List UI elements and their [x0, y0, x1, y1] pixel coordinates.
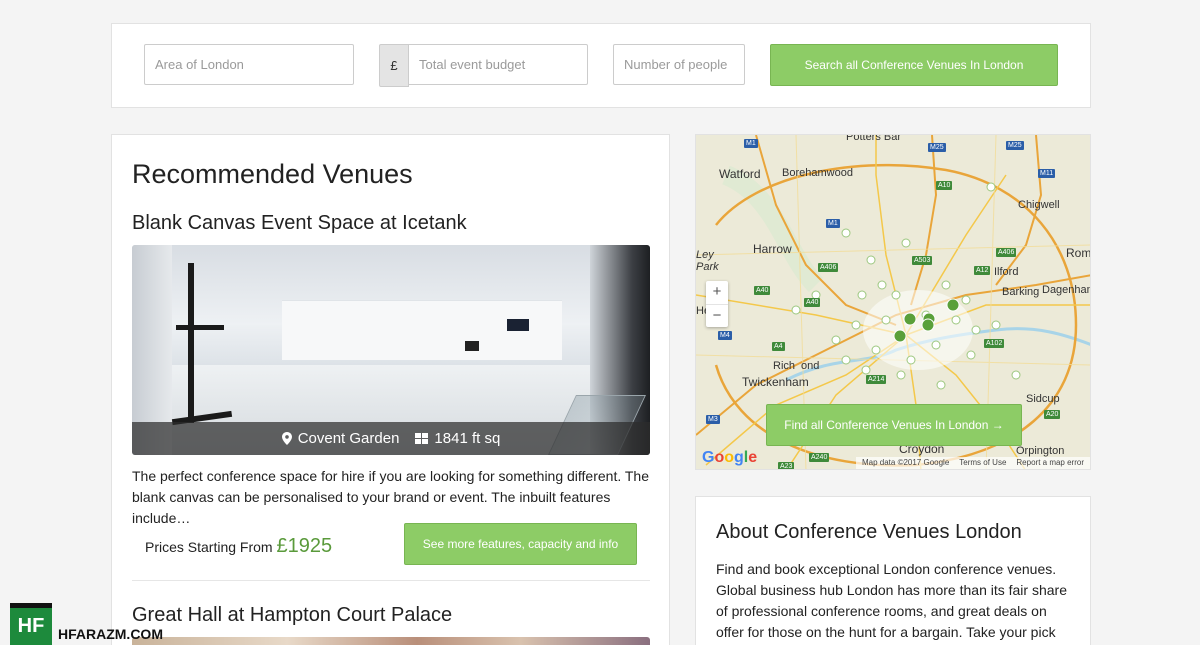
map-label-orpington: Orpington: [1016, 445, 1065, 457]
venue-photo[interactable]: Covent Garden 1841 ft sq: [132, 245, 650, 455]
road-shield-a10: A10: [936, 181, 953, 190]
map-footer: Map data ©2017 Google Terms of Use Repor…: [855, 457, 1090, 469]
map-label-watford: Watford: [719, 167, 761, 181]
watermark-text: HFARAZM.COM: [58, 626, 163, 642]
road-shield-a102: A102: [984, 339, 1005, 348]
photo-fireplace: [465, 341, 479, 351]
size-meta: 1841 ft sq: [415, 430, 500, 447]
zoom-in-button[interactable]: +: [706, 281, 728, 304]
road-shield-a240: A240: [809, 453, 830, 462]
camera-stand: [188, 263, 194, 423]
price-value: £1925: [276, 535, 333, 557]
venue-photo[interactable]: [132, 637, 650, 645]
venue-size: 1841 ft sq: [434, 430, 501, 447]
search-button[interactable]: Search all Conference Venues In London: [770, 44, 1058, 86]
map-label-ley: Ley: [696, 249, 714, 261]
recommended-venues-card: Recommended Venues Blank Canvas Event Sp…: [111, 134, 670, 645]
map-label-sidcup: Sidcup: [1026, 393, 1060, 405]
map-label-richmond: Rich: [773, 360, 796, 372]
road-shield-a406: A406: [996, 248, 1017, 257]
map-label-ilford: Ilford: [994, 266, 1019, 278]
terms-link[interactable]: Terms of Use: [959, 458, 1006, 468]
map-label-rom: Rom: [1066, 246, 1091, 260]
road-shield-m4: M4: [718, 331, 732, 340]
road-shield-m25: M25: [1006, 141, 1024, 150]
divider: [132, 580, 650, 581]
road-shield-a12: A12: [974, 266, 991, 275]
photo-screen: [507, 319, 529, 331]
map-label-chigwell: Chigwell: [1018, 199, 1060, 211]
venue-description: The perfect conference space for hire if…: [132, 468, 649, 526]
road-shield-m11: M11: [1038, 169, 1056, 178]
zoom-out-button[interactable]: −: [706, 304, 728, 327]
search-panel: £ Search all Conference Venues In London: [111, 23, 1091, 108]
map-label-richmond-suffix: ond: [801, 360, 820, 372]
road-shield-m1: M1: [744, 139, 758, 148]
recommended-title: Recommended Venues: [132, 159, 413, 189]
price-label: Prices Starting From: [145, 539, 273, 555]
road-shield-m3: M3: [706, 415, 720, 424]
map-label-harrow: Harrow: [753, 242, 792, 256]
road-shield-m1: M1: [826, 219, 840, 228]
area-input[interactable]: [144, 44, 354, 85]
map-label-twickenham: Twickenham: [742, 375, 809, 389]
venue-name[interactable]: Blank Canvas Event Space at Icetank: [132, 212, 467, 235]
find-all-venues-button[interactable]: Find all Conference Venues In London →: [766, 404, 1022, 446]
map-data-credit: Map data ©2017 Google: [861, 458, 950, 467]
about-text: Find and book exceptional London confere…: [716, 561, 1067, 640]
people-input[interactable]: [613, 44, 745, 85]
road-shield-a406: A406: [818, 263, 839, 272]
road-shield-a503: A503: [912, 256, 933, 265]
road-shield-a40: A40: [754, 286, 771, 295]
about-card: About Conference Venues London Find and …: [695, 496, 1091, 645]
map-label-potters-bar: Potters Bar: [846, 134, 902, 143]
about-title: About Conference Venues London: [716, 521, 1022, 543]
currency-prefix: £: [379, 44, 409, 87]
budget-input[interactable]: [408, 44, 588, 85]
road-shield-a214: A214: [866, 375, 887, 384]
map-label-barking: Barking: [1002, 286, 1040, 298]
road-shield-m25: M25: [928, 143, 946, 152]
price-block: Prices Starting From £1925: [145, 535, 332, 558]
venue-name[interactable]: Great Hall at Hampton Court Palace: [132, 604, 452, 627]
photo-info-bar: Covent Garden 1841 ft sq: [132, 422, 650, 455]
map-label-dagenham: Dagenham: [1042, 284, 1091, 296]
location-meta: Covent Garden: [281, 430, 400, 447]
floor-plan-icon: [415, 433, 429, 444]
road-shield-a23: A23: [778, 462, 795, 470]
hf-logo: HF: [10, 603, 52, 645]
map-pin-icon: [281, 432, 292, 445]
road-shield-a40: A40: [804, 298, 821, 307]
map-zoom-control: + −: [706, 281, 728, 327]
road-shield-a20: A20: [1044, 410, 1061, 419]
see-more-button[interactable]: See more features, capacity and info: [404, 523, 637, 565]
camera-stand-arm: [176, 325, 224, 330]
map-label-borehamwood: Borehamwood: [782, 167, 853, 179]
map-label-park: Park: [696, 261, 719, 273]
google-logo[interactable]: Google: [702, 449, 757, 467]
venues-map[interactable]: Potters Bar Watford Borehamwood Chigwell…: [695, 134, 1091, 470]
road-shield-a4: A4: [772, 342, 785, 351]
report-error-link[interactable]: Report a map error: [1016, 458, 1084, 468]
venue-location: Covent Garden: [297, 430, 400, 447]
